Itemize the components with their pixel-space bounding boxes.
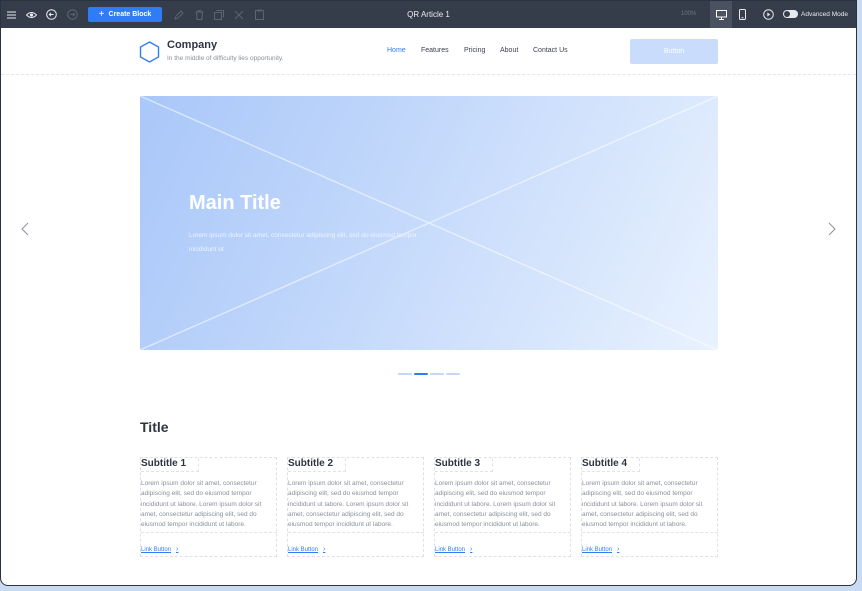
desktop-icon[interactable]: [713, 1, 729, 28]
zoom-level[interactable]: 100%: [681, 1, 696, 28]
feature-card: Subtitle 1 Lorem ipsum dolor sit amet, c…: [140, 457, 277, 557]
eye-icon[interactable]: [23, 1, 39, 28]
carousel-indicators: [398, 373, 460, 375]
feature-card: Subtitle 2 Lorem ipsum dolor sit amet, c…: [287, 457, 424, 557]
card-text: Lorem ipsum dolor sit amet, consectetur …: [435, 479, 571, 534]
advanced-mode-toggle[interactable]: [783, 10, 798, 18]
chevron-right-icon: ›: [617, 546, 620, 553]
cut-icon[interactable]: [231, 1, 247, 28]
company-name[interactable]: Company: [167, 39, 217, 51]
card-text: Lorem ipsum dolor sit amet, consectetur …: [141, 479, 277, 534]
feature-card: Subtitle 3 Lorem ipsum dolor sit amet, c…: [434, 457, 571, 557]
advanced-mode-label: Advanced Mode: [801, 11, 848, 18]
header-button-label: Button: [663, 48, 685, 55]
hero-title: Main Title: [189, 192, 281, 214]
trash-icon[interactable]: [191, 1, 207, 28]
editor-window: + Create Block QR Article 1 100% Advance…: [0, 0, 857, 586]
mobile-icon[interactable]: [734, 1, 750, 28]
nav-features[interactable]: Features: [421, 47, 449, 54]
card-link-label: Link Button: [288, 546, 319, 553]
hexagon-logo-icon: [139, 41, 160, 68]
card-link-label: Link Button: [141, 546, 172, 553]
back-icon[interactable]: [43, 1, 59, 28]
menu-icon[interactable]: [3, 1, 19, 28]
forward-icon[interactable]: [64, 1, 80, 28]
card-link-label: Link Button: [582, 546, 613, 553]
carousel-dot[interactable]: [398, 373, 412, 375]
image-placeholder-icon: [140, 96, 718, 350]
document-title[interactable]: QR Article 1: [407, 10, 450, 19]
section-title: Title: [140, 419, 169, 435]
plus-icon: +: [98, 8, 105, 20]
chevron-right-icon: ›: [470, 546, 473, 553]
site-header: Company In the middle of difficulty lies…: [1, 28, 856, 75]
copy-icon[interactable]: [211, 1, 227, 28]
chevron-right-icon: ›: [323, 546, 326, 553]
card-subtitle: Subtitle 1: [141, 458, 200, 472]
nav-pricing[interactable]: Pricing: [464, 47, 485, 54]
hero-text: Lorem ipsum dolor sit amet, consectetur …: [189, 232, 417, 253]
create-block-button[interactable]: + Create Block: [88, 7, 162, 22]
card-text: Lorem ipsum dolor sit amet, consectetur …: [582, 479, 718, 534]
play-icon[interactable]: [760, 1, 776, 28]
card-subtitle: Subtitle 2: [288, 458, 347, 472]
nav-home[interactable]: Home: [387, 47, 406, 54]
chevron-right-icon: ›: [176, 546, 179, 553]
carousel-prev-arrow-icon[interactable]: [21, 222, 29, 241]
card-text: Lorem ipsum dolor sit amet, consectetur …: [288, 479, 424, 534]
card-subtitle: Subtitle 3: [435, 458, 494, 472]
card-subtitle: Subtitle 4: [582, 458, 641, 472]
carousel-next-arrow-icon[interactable]: [828, 222, 836, 241]
card-link-button[interactable]: Link Button ›: [141, 546, 178, 553]
paste-icon[interactable]: [251, 1, 267, 28]
pencil-icon[interactable]: [171, 1, 187, 28]
header-button[interactable]: Button: [630, 39, 718, 64]
card-link-button[interactable]: Link Button ›: [435, 546, 472, 553]
company-tagline: In the middle of difficulty lies opportu…: [167, 55, 284, 62]
card-link-button[interactable]: Link Button ›: [582, 546, 619, 553]
editor-toolbar: + Create Block QR Article 1 100% Advance…: [1, 1, 856, 28]
carousel-dot-active[interactable]: [414, 373, 428, 375]
nav-contact-us[interactable]: Contact Us: [533, 47, 568, 54]
nav-about[interactable]: About: [500, 47, 518, 54]
hero-slide[interactable]: Main Title Lorem ipsum dolor sit amet, c…: [140, 96, 718, 350]
feature-card: Subtitle 4 Lorem ipsum dolor sit amet, c…: [581, 457, 718, 557]
carousel-dot[interactable]: [446, 373, 460, 375]
carousel-dot[interactable]: [430, 373, 444, 375]
create-block-label: Create Block: [108, 11, 152, 18]
card-link-button[interactable]: Link Button ›: [288, 546, 325, 553]
card-link-label: Link Button: [435, 546, 466, 553]
